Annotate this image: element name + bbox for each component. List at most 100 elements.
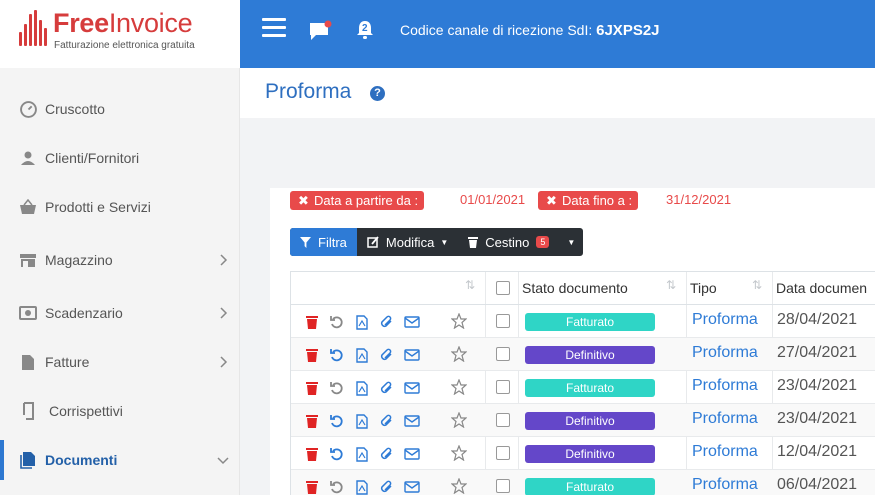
email-icon[interactable] <box>403 446 420 462</box>
column-header-date[interactable]: Data documen <box>776 272 867 305</box>
attachment-icon[interactable] <box>378 380 395 396</box>
row-checkbox[interactable] <box>496 413 510 427</box>
undo-icon[interactable] <box>328 479 345 495</box>
close-icon: ✖ <box>546 193 557 208</box>
email-icon[interactable] <box>403 347 420 363</box>
attachment-icon[interactable] <box>378 479 395 495</box>
star-icon[interactable] <box>451 346 467 362</box>
sidebar-item-clienti[interactable]: Clienti/Fornitori <box>0 138 240 178</box>
table-row[interactable]: Definitivo Proforma 12/04/2021 <box>291 437 875 470</box>
bell-icon[interactable]: 2 <box>356 20 376 42</box>
delete-icon[interactable] <box>303 314 320 330</box>
select-all-checkbox[interactable] <box>496 281 510 295</box>
chat-icon[interactable] <box>308 20 332 42</box>
sort-icon[interactable]: ⇅ <box>465 278 475 292</box>
sidebar-item-label: Documenti <box>45 452 118 468</box>
document-type-link[interactable]: Proforma <box>692 377 758 395</box>
sidebar-item-documenti[interactable]: Documenti <box>0 440 240 480</box>
sidebar-item-fatture[interactable]: Fatture <box>0 342 240 382</box>
row-checkbox[interactable] <box>496 479 510 493</box>
table-row[interactable]: Fatturato Proforma 28/04/2021 <box>291 305 875 338</box>
column-header-status[interactable]: Stato documento <box>522 272 628 305</box>
delete-icon[interactable] <box>303 347 320 363</box>
channel-code-text: Codice canale di ricezione SdI: 6JXPS2J <box>400 22 660 39</box>
document-type-link[interactable]: Proforma <box>692 344 758 362</box>
undo-icon[interactable] <box>328 347 345 363</box>
attachment-icon[interactable] <box>378 446 395 462</box>
email-icon[interactable] <box>403 413 420 429</box>
filter-chip-from[interactable]: ✖ Data a partire da : <box>290 191 425 210</box>
pdf-icon[interactable] <box>353 479 370 495</box>
attachment-icon[interactable] <box>378 314 395 330</box>
sidebar-item-label: Corrispettivi <box>49 403 123 419</box>
sidebar-item-label: Scadenzario <box>45 305 123 321</box>
row-checkbox[interactable] <box>496 347 510 361</box>
delete-icon[interactable] <box>303 446 320 462</box>
sort-icon[interactable]: ⇅ <box>666 278 676 292</box>
star-icon[interactable] <box>451 445 467 461</box>
sidebar-item-prodotti[interactable]: Prodotti e Servizi <box>0 187 240 227</box>
pdf-icon[interactable] <box>353 314 370 330</box>
table-row[interactable]: Definitivo Proforma 27/04/2021 <box>291 338 875 371</box>
status-badge: Definitivo <box>525 445 655 463</box>
star-icon[interactable] <box>451 478 467 494</box>
row-actions <box>303 413 420 429</box>
user-icon <box>19 149 37 167</box>
document-type-link[interactable]: Proforma <box>692 443 758 461</box>
undo-icon[interactable] <box>328 314 345 330</box>
row-checkbox[interactable] <box>496 314 510 328</box>
delete-icon[interactable] <box>303 413 320 429</box>
pdf-icon[interactable] <box>353 446 370 462</box>
app-logo[interactable]: FreeInvoice Fatturazione elettronica gra… <box>0 0 240 68</box>
pdf-icon[interactable] <box>353 413 370 429</box>
email-icon[interactable] <box>403 314 420 330</box>
documents-table: ⇅ Stato documento ⇅ Tipo ⇅ Data documen … <box>290 271 875 495</box>
row-checkbox[interactable] <box>496 380 510 394</box>
sort-icon[interactable]: ⇅ <box>752 278 762 292</box>
pdf-icon[interactable] <box>353 380 370 396</box>
document-type-link[interactable]: Proforma <box>692 476 758 494</box>
row-checkbox[interactable] <box>496 446 510 460</box>
filter-chip-to[interactable]: ✖ Data fino a : <box>538 191 639 210</box>
column-header-type[interactable]: Tipo <box>690 272 717 305</box>
sidebar-item-scadenzario[interactable]: Scadenzario <box>0 293 240 333</box>
document-date: 28/04/2021 <box>777 311 858 328</box>
top-bar: 2 Codice canale di ricezione SdI: 6JXPS2… <box>240 0 875 68</box>
document-type-link[interactable]: Proforma <box>692 410 758 428</box>
delete-icon[interactable] <box>303 479 320 495</box>
delete-icon[interactable] <box>303 380 320 396</box>
logo-tagline: Fatturazione elettronica gratuita <box>54 40 195 51</box>
table-row[interactable]: Fatturato Proforma 06/04/2021 <box>291 470 875 495</box>
sidebar-item-label: Clienti/Fornitori <box>45 150 140 166</box>
table-row[interactable]: Fatturato Proforma 23/04/2021 <box>291 371 875 404</box>
undo-icon[interactable] <box>328 380 345 396</box>
status-badge: Fatturato <box>525 313 655 331</box>
pdf-icon[interactable] <box>353 347 370 363</box>
hamburger-menu-icon[interactable] <box>262 18 286 40</box>
more-dropdown-button[interactable]: ▼ <box>559 228 583 256</box>
document-type-link[interactable]: Proforma <box>692 311 758 329</box>
attachment-icon[interactable] <box>378 413 395 429</box>
sidebar-item-cruscotto[interactable]: Cruscotto <box>0 89 240 129</box>
sidebar-item-label: Prodotti e Servizi <box>45 199 151 215</box>
sidebar-item-label: Cruscotto <box>45 101 105 117</box>
document-date: 23/04/2021 <box>777 377 858 394</box>
help-icon[interactable]: ? <box>370 86 385 101</box>
email-icon[interactable] <box>403 479 420 495</box>
sidebar-item-corrispettivi[interactable]: Corrispettivi <box>0 391 240 431</box>
sidebar-item-magazzino[interactable]: Magazzino <box>0 240 240 280</box>
email-icon[interactable] <box>403 380 420 396</box>
table-row[interactable]: Definitivo Proforma 23/04/2021 <box>291 404 875 437</box>
close-icon: ✖ <box>298 193 309 208</box>
undo-icon[interactable] <box>328 413 345 429</box>
star-icon[interactable] <box>451 379 467 395</box>
edit-button[interactable]: Modifica ▼ <box>357 228 458 256</box>
star-icon[interactable] <box>451 313 467 329</box>
undo-icon[interactable] <box>328 446 345 462</box>
star-icon[interactable] <box>451 412 467 428</box>
filter-button[interactable]: Filtra <box>290 228 357 256</box>
trash-button[interactable]: Cestino 5 <box>458 228 559 256</box>
attachment-icon[interactable] <box>378 347 395 363</box>
documents-card: ✖ Data a partire da : 01/01/2021 ✖ Data fi… <box>270 188 875 495</box>
receipt-icon <box>19 402 37 420</box>
